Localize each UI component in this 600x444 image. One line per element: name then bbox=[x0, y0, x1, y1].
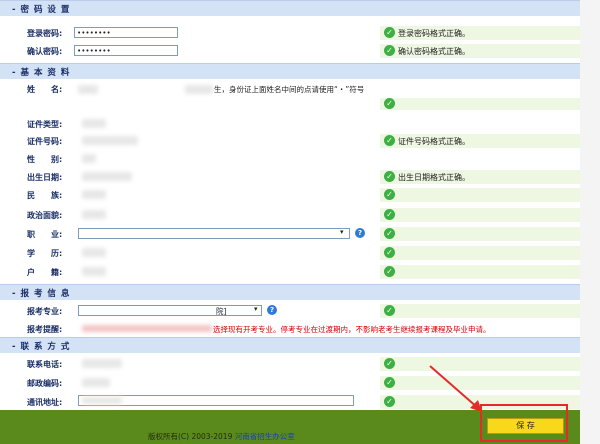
row-job: 职 业: ▾ ? ✓ bbox=[0, 225, 580, 243]
name-label: 姓 名: bbox=[27, 85, 63, 94]
login-password-input[interactable]: •••••••• bbox=[74, 27, 178, 38]
row-education: 学 历: ✓ bbox=[0, 244, 580, 262]
name-hint: 生，身份证上面姓名中间的点请使用“・”符号 bbox=[214, 85, 365, 94]
status-cell bbox=[380, 98, 580, 110]
row-id-type: 证件类型: bbox=[0, 115, 580, 133]
blurred-field bbox=[82, 359, 122, 368]
row-ethnic: 民 族: ✓ bbox=[0, 186, 580, 204]
row-remind: 报考提醒: 选择现有开考专业。停考专业在过渡期内，不影响老考生继续报考课程及毕业… bbox=[0, 320, 580, 338]
check-icon: ✓ bbox=[384, 228, 395, 239]
ethnic-label: 民 族: bbox=[27, 191, 63, 200]
status-cell bbox=[380, 188, 580, 202]
check-icon: ✓ bbox=[384, 305, 395, 316]
remind-text: 选择现有开考专业。停考专业在过渡期内，不影响老考生继续报考课程及毕业申请。 bbox=[213, 325, 491, 334]
check-icon: ✓ bbox=[384, 396, 395, 407]
confirm-password-input[interactable]: •••••••• bbox=[74, 45, 178, 56]
check-icon: ✓ bbox=[384, 98, 395, 109]
login-password-label: 登录密码: bbox=[27, 29, 63, 38]
section-password-header: - 密 码 设 置 bbox=[0, 0, 580, 16]
education-label: 学 历: bbox=[27, 249, 63, 258]
birth-status: 出生日期格式正确。 bbox=[398, 173, 470, 182]
id-number-label: 证件号码: bbox=[27, 137, 63, 146]
job-select[interactable] bbox=[78, 228, 350, 239]
id-type-label: 证件类型: bbox=[27, 120, 63, 129]
blurred-field bbox=[82, 378, 110, 387]
check-icon: ✓ bbox=[384, 135, 395, 146]
blurred-field bbox=[82, 248, 106, 257]
row-hukou: 户 籍: ✓ bbox=[0, 263, 580, 281]
check-icon: ✓ bbox=[384, 189, 395, 200]
phone-label: 联系电话: bbox=[27, 360, 63, 369]
blurred-field bbox=[82, 210, 106, 219]
dropdown-arrow-icon[interactable]: ▾ bbox=[254, 305, 258, 313]
political-label: 政治面貌: bbox=[27, 211, 63, 220]
row-major: 报考专业: 院] ▾ ? ✓ bbox=[0, 302, 580, 320]
row-login-password: 登录密码: •••••••• ✓ 登录密码格式正确。 bbox=[0, 24, 580, 42]
login-password-status: 登录密码格式正确。 bbox=[398, 29, 470, 38]
page-right-edge bbox=[580, 0, 600, 444]
blurred-field bbox=[82, 190, 106, 199]
dropdown-arrow-icon[interactable]: ▾ bbox=[340, 228, 344, 236]
check-icon: ✓ bbox=[384, 171, 395, 182]
section-basic-header: - 基 本 资 料 bbox=[0, 63, 580, 79]
birth-label: 出生日期: bbox=[27, 173, 63, 182]
status-cell bbox=[380, 265, 580, 279]
major-label: 报考专业: bbox=[27, 307, 63, 316]
blurred-field bbox=[82, 325, 212, 332]
row-phone: 联系电话: ✓ bbox=[0, 355, 580, 373]
row-birth: 出生日期: ✓ 出生日期格式正确。 bbox=[0, 168, 580, 186]
blurred-field bbox=[82, 267, 106, 276]
check-icon: ✓ bbox=[384, 266, 395, 277]
row-id-number: 证件号码: ✓ 证件号码格式正确。 bbox=[0, 132, 580, 150]
job-label: 职 业: bbox=[27, 230, 63, 239]
section-title: - 报 考 信 息 bbox=[12, 289, 71, 299]
status-cell bbox=[380, 304, 580, 318]
section-title: - 联 系 方 式 bbox=[12, 342, 71, 352]
address-label: 通讯地址: bbox=[27, 398, 63, 407]
check-icon: ✓ bbox=[384, 209, 395, 220]
section-title: - 密 码 设 置 bbox=[12, 5, 71, 15]
check-icon: ✓ bbox=[384, 27, 395, 38]
hukou-label: 户 籍: bbox=[27, 268, 63, 277]
footer-copyright: 版权所有(C) 2003-2019 河南省招生办公室 bbox=[148, 431, 295, 442]
blurred-field bbox=[82, 154, 96, 163]
check-icon: ✓ bbox=[384, 45, 395, 56]
major-select-value: 院] bbox=[216, 307, 227, 316]
zip-label: 邮政编码: bbox=[27, 379, 63, 388]
check-icon: ✓ bbox=[384, 377, 395, 388]
remind-label: 报考提醒: bbox=[27, 325, 63, 334]
blurred-field bbox=[185, 85, 213, 94]
status-cell bbox=[380, 246, 580, 260]
status-cell bbox=[380, 208, 580, 222]
row-zip: 邮政编码: ✓ bbox=[0, 374, 580, 392]
section-contact-header: - 联 系 方 式 bbox=[0, 337, 580, 353]
id-number-status: 证件号码格式正确。 bbox=[398, 137, 470, 146]
row-gender: 性 别: bbox=[0, 150, 580, 168]
blurred-field bbox=[82, 136, 138, 145]
blurred-field bbox=[78, 85, 98, 94]
confirm-password-label: 确认密码: bbox=[27, 47, 63, 56]
gender-label: 性 别: bbox=[27, 155, 63, 164]
help-icon[interactable]: ? bbox=[355, 228, 365, 238]
blurred-field bbox=[82, 397, 122, 404]
row-name: 姓 名: 生，身份证上面姓名中间的点请使用“・”符号 ✓ bbox=[0, 82, 580, 110]
status-cell bbox=[380, 227, 580, 241]
row-confirm-password: 确认密码: •••••••• ✓ 确认密码格式正确。 bbox=[0, 42, 580, 60]
section-apply-header: - 报 考 信 息 bbox=[0, 284, 580, 300]
section-title: - 基 本 资 料 bbox=[12, 68, 71, 78]
confirm-password-status: 确认密码格式正确。 bbox=[398, 47, 470, 56]
org-link[interactable]: 河南省招生办公室 bbox=[235, 432, 295, 441]
save-button[interactable]: 保 存 bbox=[487, 418, 564, 434]
major-select[interactable] bbox=[78, 305, 262, 316]
check-icon: ✓ bbox=[384, 247, 395, 258]
blurred-field bbox=[82, 119, 106, 128]
help-icon[interactable]: ? bbox=[267, 305, 277, 315]
blurred-field bbox=[82, 172, 132, 181]
row-political: 政治面貌: ✓ bbox=[0, 206, 580, 224]
check-icon: ✓ bbox=[384, 358, 395, 369]
copyright-text: 版权所有(C) 2003-2019 bbox=[148, 432, 233, 441]
